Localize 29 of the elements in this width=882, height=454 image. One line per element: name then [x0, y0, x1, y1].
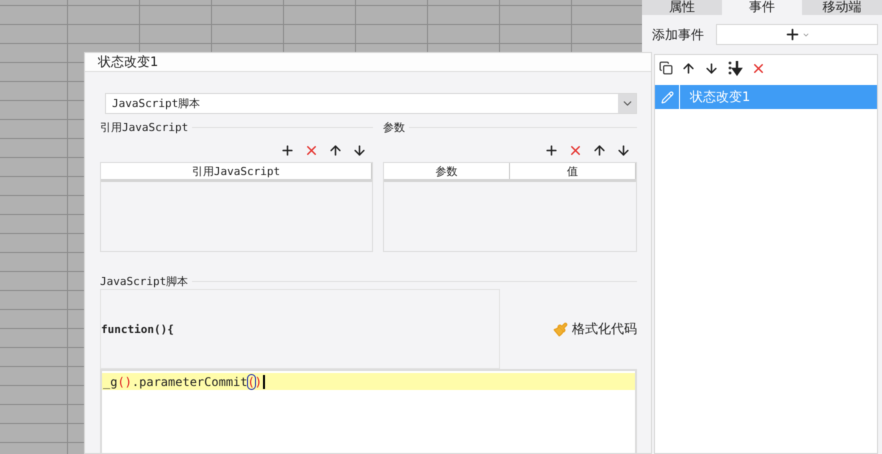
panel-tab[interactable]: 移动端: [802, 0, 882, 15]
section-title: 参数: [383, 120, 405, 135]
delete-icon[interactable]: [568, 143, 583, 158]
section-title: JavaScript脚本: [100, 274, 188, 289]
copy-icon[interactable]: [659, 61, 673, 75]
arrow-up-icon[interactable]: [681, 60, 696, 76]
add-icon[interactable]: [544, 143, 559, 158]
arrow-up-icon[interactable]: [328, 143, 343, 158]
column-header: 参数: [384, 163, 510, 179]
arrow-down-icon[interactable]: [704, 60, 719, 76]
pencil-icon: [660, 90, 674, 104]
add-event-label: 添加事件: [652, 26, 704, 44]
arrow-up-icon[interactable]: [592, 143, 607, 158]
move-to-bottom-icon[interactable]: [727, 60, 743, 76]
arrow-down-icon[interactable]: [616, 143, 631, 158]
section-title: 引用JavaScript: [100, 120, 188, 135]
add-icon[interactable]: [280, 143, 295, 158]
format-code-button[interactable]: 格式化代码: [553, 289, 637, 369]
delete-icon[interactable]: [304, 143, 319, 158]
plus-icon: [784, 26, 801, 43]
panel-tab[interactable]: 属性: [642, 0, 722, 15]
arrow-down-icon[interactable]: [352, 143, 367, 158]
code-editor[interactable]: _g().parameterCommit(): [100, 369, 637, 453]
column-header: 引用JavaScript: [101, 163, 372, 179]
dialog-title: 状态改变1: [85, 53, 651, 72]
brush-icon: [553, 322, 568, 336]
column-header: 值: [510, 163, 636, 179]
function-header: function(){: [100, 289, 500, 369]
type-select[interactable]: JavaScript脚本: [105, 93, 637, 114]
